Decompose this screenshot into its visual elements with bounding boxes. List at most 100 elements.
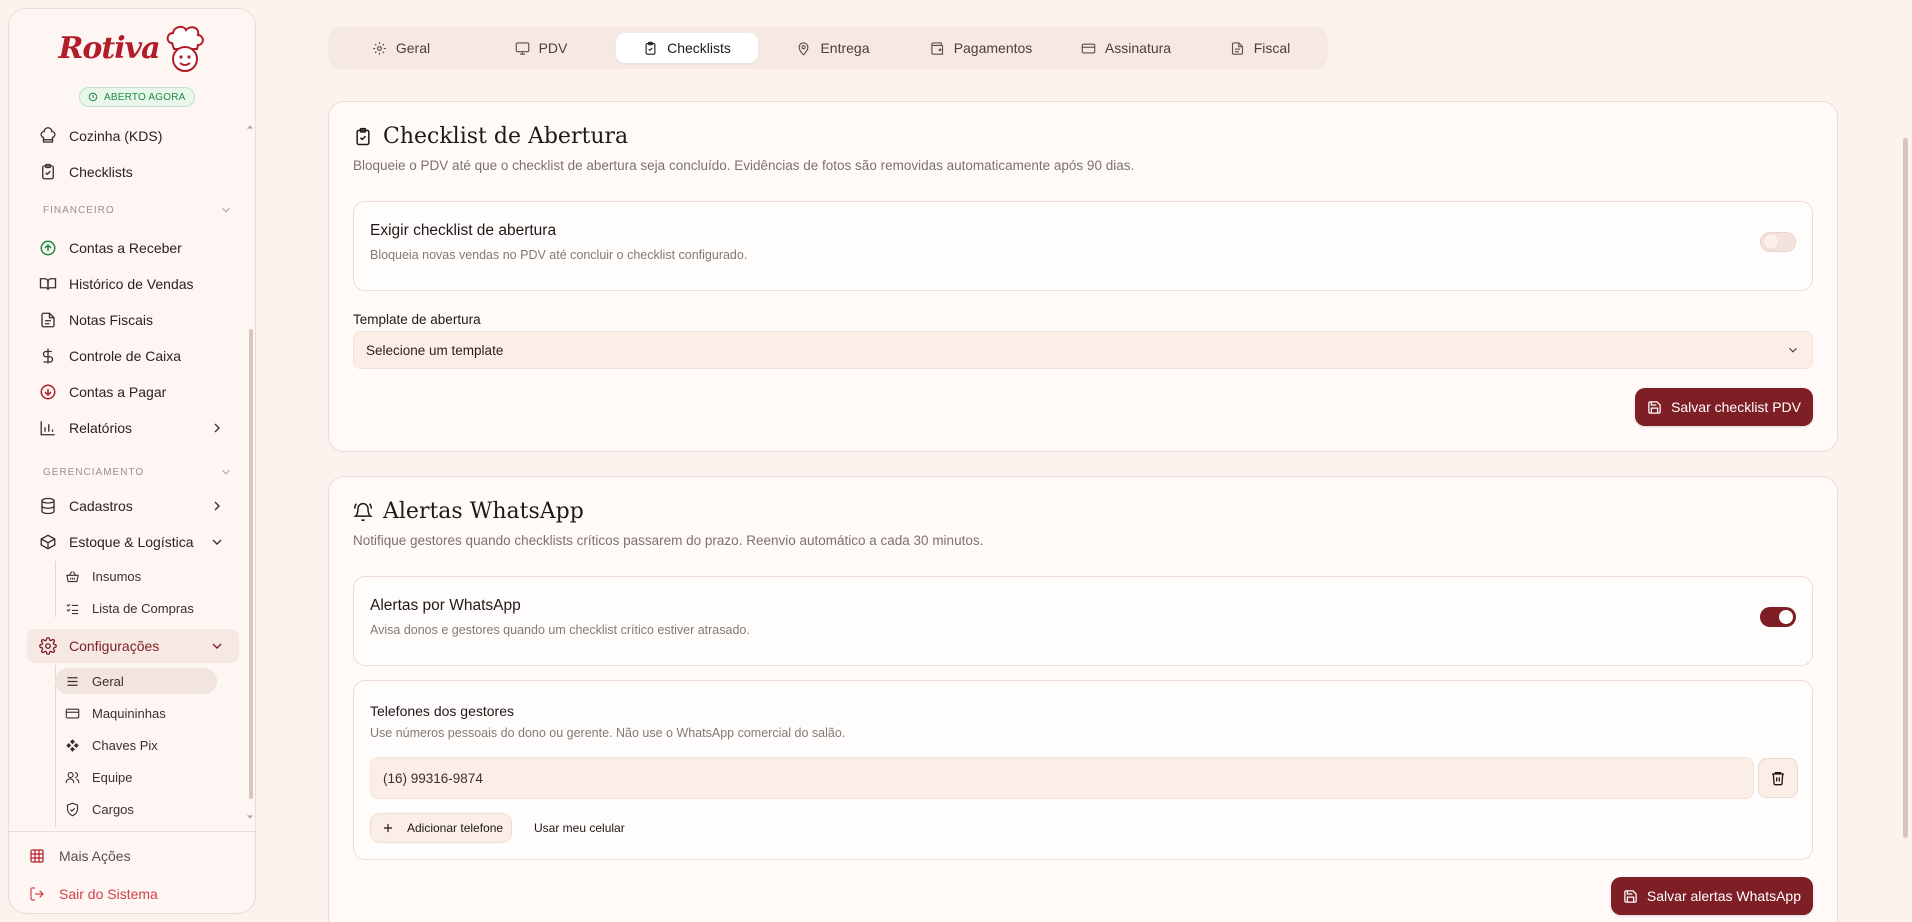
tab-pagamentos[interactable]: Pagamentos: [906, 33, 1056, 63]
whatsapp-alerts-toggle[interactable]: [1760, 607, 1796, 627]
section-financeiro[interactable]: FINANCEIRO: [43, 205, 230, 216]
sidebar-subitem-label: Chaves Pix: [92, 737, 158, 753]
sidebar-item-kds[interactable]: Cozinha (KDS): [27, 119, 239, 153]
sidebar-item-relatorios[interactable]: Relatórios: [27, 411, 239, 445]
file-text-icon: [1231, 41, 1243, 55]
tab-label: Pagamentos: [953, 40, 1033, 56]
whatsapp-alerts-title: Alertas por WhatsApp: [370, 597, 521, 614]
require-checklist-sub: Bloqueia novas vendas no PDV até conclui…: [370, 248, 748, 262]
database-icon: [41, 497, 55, 515]
sidebar-item-historico-vendas[interactable]: Histórico de Vendas: [27, 267, 239, 301]
chef-hat-icon: [40, 127, 56, 143]
delete-phone-button[interactable]: [1758, 758, 1798, 798]
sidebar-subitem-geral[interactable]: Geral: [55, 668, 217, 694]
tab-assinatura[interactable]: Assinatura: [1056, 33, 1196, 63]
card-description: Bloqueie o PDV até que o checklist de ab…: [353, 158, 1135, 173]
save-checklist-button[interactable]: Salvar checklist PDV: [1635, 388, 1813, 426]
sidebar-item-estoque[interactable]: Estoque & Logística: [27, 525, 239, 559]
scroll-down-icon[interactable]: [246, 813, 254, 821]
tab-checklists[interactable]: Checklists: [616, 33, 758, 63]
trash-icon: [1772, 772, 1784, 786]
sidebar-subitem-label: Lista de Compras: [92, 600, 194, 616]
save-whatsapp-label: Salvar alertas WhatsApp: [1646, 888, 1801, 904]
add-phone-button[interactable]: Adicionar telefone: [370, 813, 513, 843]
section-gerenciamento[interactable]: GERENCIAMENTO: [43, 467, 230, 478]
users-icon: [65, 771, 80, 783]
tab-label: PDV: [538, 40, 568, 56]
tab-label: Entrega: [820, 40, 870, 56]
sidebar-subitem-label: Maquininhas: [92, 705, 166, 721]
phone-input-value: (16) 99316-9874: [383, 770, 483, 786]
sidebar-item-label: Relatórios: [69, 420, 133, 436]
tab-fiscal[interactable]: Fiscal: [1198, 33, 1322, 63]
sidebar-footer: Mais Ações Sair do Sistema: [9, 831, 255, 902]
chevron-right-icon: [214, 501, 220, 511]
sidebar-item-controle-caixa[interactable]: Controle de Caixa: [27, 339, 239, 373]
bell-ring-icon: [353, 502, 373, 521]
checklist-card: Checklist de Abertura Bloqueie o PDV até…: [328, 101, 1838, 452]
sidebar-subitem-label: Insumos: [92, 568, 142, 584]
clipboard-check-icon: [645, 41, 656, 55]
sidebar-item-contas-pagar[interactable]: Contas a Pagar: [27, 375, 239, 409]
sidebar-item-cadastros[interactable]: Cadastros: [27, 489, 239, 523]
sidebar-subitem-chaves-pix[interactable]: Chaves Pix: [55, 732, 217, 758]
card-title-text: Alertas WhatsApp: [383, 499, 584, 524]
logout-button[interactable]: Sair do Sistema: [29, 881, 158, 907]
logout-label: Sair do Sistema: [59, 886, 158, 902]
tab-pdv[interactable]: PDV: [476, 33, 606, 63]
sidebar-subitem-equipe[interactable]: Equipe: [55, 764, 217, 790]
phone-input[interactable]: (16) 99316-9874: [370, 757, 1754, 799]
sidebar-subitem-insumos[interactable]: Insumos: [55, 563, 217, 589]
sidebar-item-label: Controle de Caixa: [69, 348, 182, 364]
gear-icon: [39, 637, 57, 655]
package-icon: [40, 534, 56, 550]
toggle-knob: [1779, 610, 1793, 624]
add-phone-label: Adicionar telefone: [407, 821, 504, 835]
clipboard-check-icon: [42, 163, 54, 180]
sidebar-subitem-cargos[interactable]: Cargos: [55, 796, 217, 822]
chevron-down-icon: [1789, 347, 1797, 353]
page-scrollbar[interactable]: [1903, 138, 1908, 838]
chevron-down-icon: [212, 539, 222, 545]
card-description: Notifique gestores quando checklists crí…: [353, 533, 984, 548]
brand-name: Rotiva: [58, 30, 160, 66]
tab-geral[interactable]: Geral: [336, 33, 466, 63]
plus-icon: [383, 823, 393, 833]
chevron-down-icon: [222, 469, 230, 475]
shield-check-icon: [66, 802, 79, 816]
sidebar-item-label: Contas a Receber: [69, 240, 182, 256]
sidebar-item-label: Configurações: [69, 638, 160, 654]
brand: Rotiva: [9, 23, 255, 73]
tab-label: Assinatura: [1104, 40, 1172, 56]
sidebar-item-label: Estoque & Logística: [69, 534, 194, 550]
sidebar-item-label: Cadastros: [69, 498, 133, 514]
arrow-down-circle-icon: [40, 384, 56, 400]
sidebar-subitem-maquininhas[interactable]: Maquininhas: [55, 700, 217, 726]
sidebar-item-checklists[interactable]: Checklists: [27, 155, 239, 189]
book-open-icon: [39, 278, 57, 291]
save-whatsapp-button[interactable]: Salvar alertas WhatsApp: [1610, 877, 1813, 915]
sidebar-item-label: Contas a Pagar: [69, 384, 167, 400]
more-actions-button[interactable]: Mais Ações: [29, 843, 131, 869]
card-title: Checklist de Abertura: [353, 124, 628, 149]
template-select[interactable]: Selecione um template: [353, 331, 1813, 369]
section-label: GERENCIAMENTO: [43, 467, 145, 478]
sidebar-nav: Cozinha (KDS) Checklists FINANCEIRO Cont…: [27, 117, 239, 829]
scroll-up-icon[interactable]: [246, 123, 254, 131]
card-title-text: Checklist de Abertura: [383, 124, 629, 149]
more-actions-label: Mais Ações: [59, 848, 131, 864]
bar-chart-icon: [40, 421, 55, 436]
require-checklist-toggle[interactable]: [1760, 232, 1796, 252]
use-my-phone-button[interactable]: Usar meu celular: [534, 821, 625, 835]
sidebar-scrollbar[interactable]: [249, 329, 253, 799]
sidebar-subitem-lista-compras[interactable]: Lista de Compras: [55, 595, 217, 621]
section-label: FINANCEIRO: [43, 205, 115, 216]
toggle-knob: [1764, 235, 1778, 249]
whatsapp-alerts-box: Alertas por WhatsApp Avisa donos e gesto…: [353, 576, 1813, 666]
brand-logo[interactable]: Rotiva: [58, 23, 207, 73]
sidebar-item-notas-fiscais[interactable]: Notas Fiscais: [27, 303, 239, 337]
sidebar-item-configuracoes[interactable]: Configurações: [27, 629, 239, 663]
tab-entrega[interactable]: Entrega: [768, 33, 898, 63]
sidebar-item-contas-receber[interactable]: Contas a Receber: [27, 231, 239, 265]
gear-icon: [373, 41, 386, 55]
